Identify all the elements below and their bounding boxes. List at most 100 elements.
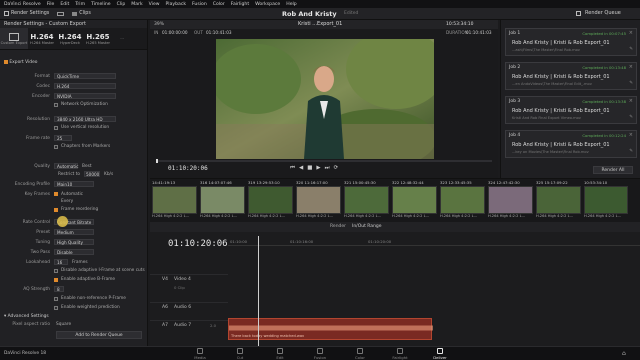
- vertical-res-checkbox[interactable]: [54, 126, 58, 130]
- render-job[interactable]: Job 2 Completed in 00:13:48 × Rob And Krist…: [505, 62, 637, 90]
- menu-fusion[interactable]: Fusion: [192, 2, 207, 7]
- page-cut[interactable]: Cut: [230, 348, 250, 360]
- page-fusion[interactable]: Fusion: [310, 348, 330, 360]
- render-queue-toggle[interactable]: Render Queue: [585, 10, 621, 16]
- video-frame[interactable]: [216, 39, 434, 159]
- chapters-checkbox[interactable]: [54, 145, 58, 149]
- step-back-icon[interactable]: ◀: [299, 165, 307, 171]
- weighted-checkbox[interactable]: [54, 306, 58, 310]
- scrub-handle[interactable]: [156, 159, 158, 163]
- menu-fairlight[interactable]: Fairlight: [231, 2, 249, 7]
- format-select[interactable]: QuickTime: [54, 73, 116, 79]
- page-deliver[interactable]: Deliver: [430, 348, 450, 360]
- zoom-level[interactable]: 39%: [154, 22, 164, 27]
- encoder-select[interactable]: NVIDIA: [54, 93, 116, 99]
- quality-auto-option[interactable]: Automatic: [54, 163, 78, 169]
- preset-custom-export[interactable]: Custom Export: [0, 28, 28, 49]
- menu-help[interactable]: Help: [286, 2, 296, 7]
- export-video-tab[interactable]: Export Video: [4, 59, 37, 65]
- menu-trim[interactable]: Trim: [75, 2, 85, 7]
- menu-playback[interactable]: Playback: [166, 2, 187, 7]
- clip-thumbnail[interactable]: 316 14:07:07:46 H.264 High 4:2:2 L...: [200, 180, 245, 222]
- home-icon[interactable]: ⌂: [622, 350, 626, 357]
- loop-icon[interactable]: ⟳: [334, 165, 343, 171]
- out-timecode[interactable]: 01:10:41:03: [206, 30, 232, 35]
- menu-view[interactable]: View: [149, 2, 160, 7]
- add-to-render-queue-button[interactable]: Add to Render Queue: [56, 331, 142, 339]
- adaptive-b-checkbox[interactable]: [54, 278, 58, 282]
- menu-workspace[interactable]: Workspace: [255, 2, 280, 7]
- tape-toggle[interactable]: [53, 9, 68, 18]
- page-fairlight[interactable]: Fairlight: [390, 348, 410, 360]
- frame-reorder-checkbox[interactable]: [54, 208, 58, 212]
- clip-thumbnail[interactable]: 10:53:34:10 H.264 High 4:2:2 L...: [584, 180, 628, 222]
- menu-edit[interactable]: Edit: [60, 2, 69, 7]
- bitrate-input[interactable]: 50000: [84, 171, 100, 177]
- edit-icon[interactable]: ✎: [629, 149, 633, 154]
- clips-toggle[interactable]: Clips: [68, 9, 95, 18]
- clip-thumbnail[interactable]: 323 12:33:45:35 H.264 High 4:2:2 L...: [440, 180, 485, 222]
- clip-thumbnail[interactable]: 324 12:47:42:30 H.264 High 4:2:2 L...: [488, 180, 533, 222]
- edit-icon[interactable]: ✎: [629, 47, 633, 52]
- codec-select[interactable]: H.264: [54, 83, 116, 89]
- close-icon[interactable]: ×: [629, 30, 633, 36]
- playhead[interactable]: [258, 236, 259, 346]
- page-color[interactable]: Color: [350, 348, 370, 360]
- close-icon[interactable]: ×: [629, 64, 633, 70]
- clip-thumbnail[interactable]: 320 11:16:17:00 H.264 High 4:2:2 L...: [296, 180, 341, 222]
- menu-timeline[interactable]: Timeline: [91, 2, 111, 7]
- clip-thumbnail[interactable]: 325 15:17:09:22 H.264 High 4:2:2 L...: [536, 180, 581, 222]
- preset-hyperdeck[interactable]: H.264 HyperDeck: [56, 28, 84, 49]
- menu-clip[interactable]: Clip: [117, 2, 126, 7]
- framerate-select[interactable]: 25: [54, 135, 72, 141]
- timeline-ruler[interactable]: 01:10:00 01:10:16:00 01:10:20:00: [228, 239, 640, 246]
- stop-icon[interactable]: ■: [307, 165, 316, 171]
- network-opt-checkbox[interactable]: [54, 103, 58, 107]
- clip-thumbnail[interactable]: 319 13:29:53:10 H.264 High 4:2:2 L...: [248, 180, 293, 222]
- clip-thumbnail[interactable]: 14:41:19:13 H.264 High 4:2:2 L...: [152, 180, 197, 222]
- clip-thumbnail[interactable]: 321 15:00:45:30 H.264 High 4:2:2 L...: [344, 180, 389, 222]
- scrub-bar[interactable]: [156, 159, 492, 163]
- render-job[interactable]: Job 4 Completed in 00:12:24 × Rob And Krist…: [505, 130, 637, 158]
- aq-strength-input[interactable]: 8: [54, 286, 64, 292]
- render-queue-icon[interactable]: [576, 11, 581, 16]
- skip-end-icon[interactable]: ⏭: [325, 165, 334, 171]
- menu-color[interactable]: Color: [213, 2, 225, 7]
- play-icon[interactable]: ▶: [316, 165, 324, 171]
- keyframes-auto-checkbox[interactable]: [54, 192, 58, 196]
- lookahead-input[interactable]: 16: [54, 259, 68, 265]
- preset-select[interactable]: Medium: [54, 229, 94, 235]
- preset-h264-master[interactable]: H.264 H.264 Master: [28, 28, 56, 49]
- advanced-settings-toggle[interactable]: ▾ Advanced Settings: [4, 314, 49, 319]
- render-all-button[interactable]: Render All: [593, 166, 633, 174]
- two-pass-select[interactable]: Disable: [54, 249, 94, 255]
- edit-icon[interactable]: ✎: [629, 115, 633, 120]
- close-icon[interactable]: ×: [629, 98, 633, 104]
- render-job[interactable]: Job 1 Completed in 00:07:45 × Rob And Krist…: [505, 28, 637, 56]
- menu-mark[interactable]: Mark: [131, 2, 142, 7]
- range-select[interactable]: In/Out Range: [352, 224, 382, 229]
- in-timecode[interactable]: 01:00:00:00: [162, 30, 188, 35]
- preset-more[interactable]: ⋯: [112, 28, 132, 49]
- non-ref-checkbox[interactable]: [54, 297, 58, 301]
- edit-icon[interactable]: ✎: [629, 81, 633, 86]
- render-job[interactable]: Job 3 Completed in 00:13:38 × Rob And Krist…: [505, 96, 637, 124]
- track-header-a6[interactable]: A6 Audio 6: [150, 302, 228, 316]
- export-video-checkbox[interactable]: [4, 60, 8, 64]
- clip-thumbnail[interactable]: 322 12:48:32:44 H.264 High 4:2:2 L...: [392, 180, 437, 222]
- menu-file[interactable]: File: [47, 2, 55, 7]
- track-header-a7[interactable]: A7 Audio 7 2.0: [150, 320, 228, 342]
- skip-start-icon[interactable]: ⏮: [290, 165, 299, 171]
- track-header-v4[interactable]: V4 Video 4 0 Clip: [150, 274, 228, 292]
- preset-h265-master[interactable]: H.265 H.265 Master: [84, 28, 112, 49]
- profile-select[interactable]: Main10: [54, 181, 94, 187]
- pixel-aspect-value[interactable]: Square: [56, 322, 71, 327]
- adaptive-scene-checkbox[interactable]: [54, 269, 58, 273]
- app-menu[interactable]: DaVinci Resolve: [4, 2, 41, 7]
- tuning-select[interactable]: High Quality: [54, 239, 94, 245]
- render-settings-toggle[interactable]: Render Settings: [0, 9, 53, 18]
- resolution-select[interactable]: 3840 x 2160 Ultra HD: [54, 116, 116, 122]
- page-edit[interactable]: Edit: [270, 348, 290, 360]
- close-icon[interactable]: ×: [629, 132, 633, 138]
- page-media[interactable]: Media: [190, 348, 210, 360]
